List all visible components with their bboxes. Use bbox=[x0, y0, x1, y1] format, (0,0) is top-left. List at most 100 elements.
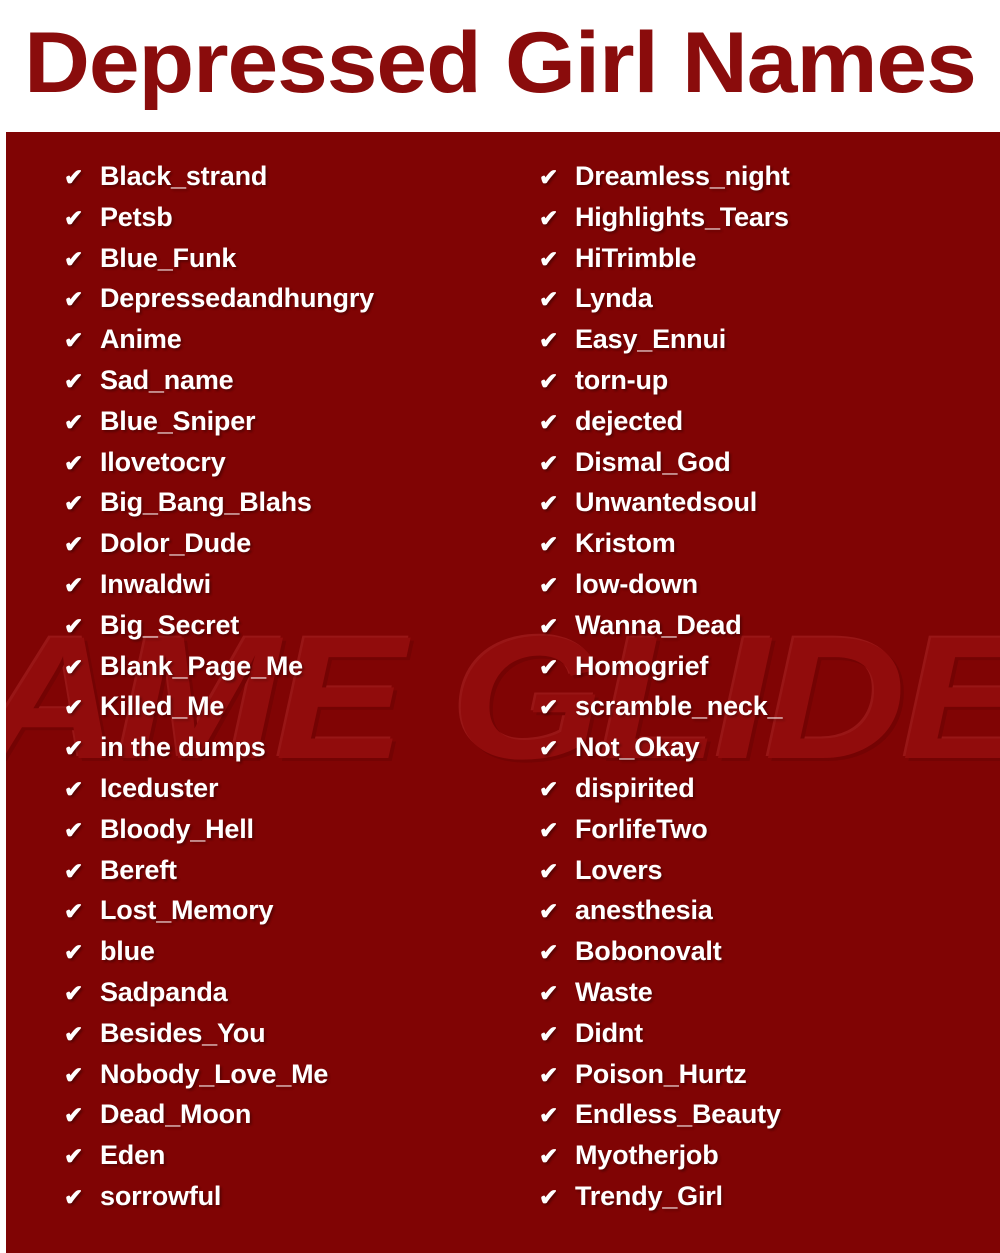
list-item-label: Highlights_Tears bbox=[575, 201, 789, 232]
list-item: ✔ Waste bbox=[539, 972, 1000, 1013]
check-icon: ✔ bbox=[64, 490, 84, 517]
list-item: ✔ Inwaldwi bbox=[64, 564, 503, 605]
list-item-label: Waste bbox=[575, 976, 653, 1007]
check-icon: ✔ bbox=[539, 449, 559, 476]
list-item-label: anesthesia bbox=[575, 895, 713, 926]
list-item: ✔ Endless_Beauty bbox=[539, 1094, 1000, 1135]
check-icon: ✔ bbox=[64, 327, 84, 354]
list-item: ✔ Lost_Memory bbox=[64, 890, 503, 931]
list-item-label: Easy_Ennui bbox=[575, 324, 727, 355]
check-icon: ✔ bbox=[539, 694, 559, 721]
check-icon: ✔ bbox=[64, 612, 84, 639]
list-item-label: Lynda bbox=[575, 283, 653, 314]
check-icon: ✔ bbox=[539, 1102, 559, 1129]
check-icon: ✔ bbox=[64, 1143, 84, 1170]
list-item: ✔ Poison_Hurtz bbox=[539, 1054, 1000, 1095]
list-item: ✔ sorrowful bbox=[64, 1176, 503, 1217]
list-item-label: Big_Bang_Blahs bbox=[100, 487, 312, 518]
list-item-label: Lovers bbox=[575, 854, 663, 885]
list-item-label: Sad_name bbox=[100, 364, 234, 395]
check-icon: ✔ bbox=[64, 531, 84, 558]
list-item: ✔ Not_Okay bbox=[539, 727, 1000, 768]
check-icon: ✔ bbox=[539, 775, 559, 802]
check-icon: ✔ bbox=[64, 1102, 84, 1129]
check-icon: ✔ bbox=[64, 204, 84, 231]
list-item: ✔ Bobonovalt bbox=[539, 931, 1000, 972]
check-icon: ✔ bbox=[539, 204, 559, 231]
list-item: ✔ Unwantedsoul bbox=[539, 482, 1000, 523]
list-item-label: Dolor_Dude bbox=[100, 528, 252, 559]
list-item-label: dispirited bbox=[575, 772, 695, 803]
names-columns: ✔ Black_strand ✔ Petsb ✔ Blue_Funk ✔ Depresseda… bbox=[6, 132, 1000, 1253]
list-item-label: Anime bbox=[100, 324, 182, 355]
list-item: ✔ Dolor_Dude bbox=[64, 523, 503, 564]
list-item: ✔ anesthesia bbox=[539, 890, 1000, 931]
list-item-label: Wanna_Dead bbox=[575, 609, 742, 640]
check-icon: ✔ bbox=[64, 939, 84, 966]
list-item: ✔ Killed_Me bbox=[64, 686, 503, 727]
list-item: ✔ Easy_Ennui bbox=[539, 319, 1000, 360]
list-item-label: dejected bbox=[575, 405, 683, 436]
list-item: ✔ Ilovetocry bbox=[64, 442, 503, 483]
list-item-label: Kristom bbox=[575, 528, 676, 559]
check-icon: ✔ bbox=[64, 735, 84, 762]
list-item: ✔ Sadpanda bbox=[64, 972, 503, 1013]
list-item: ✔ HiTrimble bbox=[539, 238, 1000, 279]
list-item: ✔ Dreamless_night bbox=[539, 156, 1000, 197]
list-item: ✔ blue bbox=[64, 931, 503, 972]
list-item-label: in the dumps bbox=[100, 732, 266, 763]
check-icon: ✔ bbox=[539, 327, 559, 354]
names-column-right: ✔ Dreamless_night ✔ Highlights_Tears ✔ HiTrim… bbox=[503, 132, 1000, 1253]
list-item: ✔ Lovers bbox=[539, 850, 1000, 891]
check-icon: ✔ bbox=[64, 653, 84, 680]
check-icon: ✔ bbox=[539, 898, 559, 925]
check-icon: ✔ bbox=[64, 286, 84, 313]
check-icon: ✔ bbox=[64, 245, 84, 272]
list-item-label: Blank_Page_Me bbox=[100, 650, 303, 681]
list-item-label: HiTrimble bbox=[575, 242, 697, 273]
list-item: ✔ Big_Secret bbox=[64, 605, 503, 646]
list-item: ✔ Eden bbox=[64, 1135, 503, 1176]
list-item-label: Depressedandhungry bbox=[100, 283, 374, 314]
list-item-label: Besides_You bbox=[100, 1017, 266, 1048]
list-item: ✔ scramble_neck_ bbox=[539, 686, 1000, 727]
list-item: ✔ Blank_Page_Me bbox=[64, 646, 503, 687]
check-icon: ✔ bbox=[539, 612, 559, 639]
list-item: ✔ Petsb bbox=[64, 197, 503, 238]
check-icon: ✔ bbox=[64, 1183, 84, 1210]
list-item: ✔ Myotherjob bbox=[539, 1135, 1000, 1176]
check-icon: ✔ bbox=[539, 1183, 559, 1210]
page-header: Depressed Girl Names bbox=[0, 0, 1000, 132]
list-item: ✔ Highlights_Tears bbox=[539, 197, 1000, 238]
check-icon: ✔ bbox=[539, 939, 559, 966]
check-icon: ✔ bbox=[539, 408, 559, 435]
list-item-label: Sadpanda bbox=[100, 976, 228, 1007]
check-icon: ✔ bbox=[64, 408, 84, 435]
list-item: ✔ Blue_Funk bbox=[64, 238, 503, 279]
list-item: ✔ Black_strand bbox=[64, 156, 503, 197]
list-item-label: Petsb bbox=[100, 201, 173, 232]
names-column-left: ✔ Black_strand ✔ Petsb ✔ Blue_Funk ✔ Depresseda… bbox=[6, 132, 503, 1253]
list-item-label: ForlifeTwo bbox=[575, 813, 708, 844]
list-item: ✔ Bereft bbox=[64, 850, 503, 891]
check-icon: ✔ bbox=[64, 1061, 84, 1088]
check-icon: ✔ bbox=[64, 816, 84, 843]
names-panel: NAME GLIDER ✔Black_strand✔Petsb✔Blue_Fun… bbox=[6, 132, 1000, 1253]
check-icon: ✔ bbox=[64, 367, 84, 394]
list-item: ✔ torn-up bbox=[539, 360, 1000, 401]
list-item: ✔ Depressedandhungry bbox=[64, 278, 503, 319]
list-item-label: Bloody_Hell bbox=[100, 813, 254, 844]
check-icon: ✔ bbox=[539, 164, 559, 190]
list-item-label: Blue_Funk bbox=[100, 242, 237, 273]
page-title: Depressed Girl Names bbox=[24, 15, 977, 111]
check-icon: ✔ bbox=[539, 245, 559, 272]
list-item-label: Dreamless_night bbox=[575, 161, 790, 191]
check-icon: ✔ bbox=[539, 531, 559, 558]
list-item-label: Lost_Memory bbox=[100, 895, 274, 926]
check-icon: ✔ bbox=[64, 775, 84, 802]
list-item: ✔ in the dumps bbox=[64, 727, 503, 768]
list-item: ✔ ForlifeTwo bbox=[539, 809, 1000, 850]
check-icon: ✔ bbox=[64, 979, 84, 1006]
list-item: ✔ Blue_Sniper bbox=[64, 401, 503, 442]
list-item: ✔ low-down bbox=[539, 564, 1000, 605]
